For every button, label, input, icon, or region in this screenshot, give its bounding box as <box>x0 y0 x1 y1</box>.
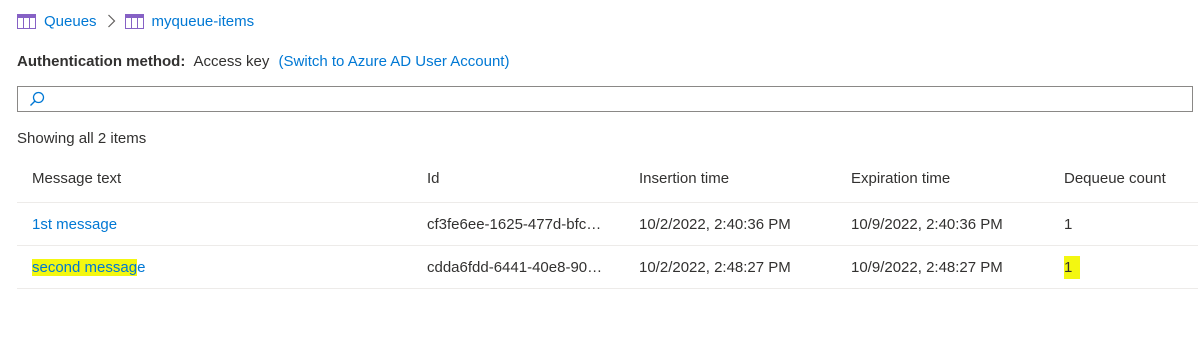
insertion-time-cell: 10/2/2022, 2:40:36 PM <box>639 215 791 233</box>
column-header-message-text[interactable]: Message text <box>32 155 412 202</box>
message-text-rest: e <box>137 258 146 276</box>
table-row[interactable]: second message cdda6fdd-6441-40e8-90… 10… <box>17 246 1198 289</box>
breadcrumb-label: myqueue-items <box>151 12 255 30</box>
id-cell: cf3fe6ee-1625-477d-bfc… <box>427 215 602 233</box>
items-count: Showing all 2 items <box>17 130 147 147</box>
expiration-time-cell: 10/9/2022, 2:40:36 PM <box>851 215 1003 233</box>
message-text-link[interactable]: second message <box>32 258 146 276</box>
authentication-method: Authentication method: Access key (Switc… <box>17 53 509 70</box>
auth-label: Authentication method: <box>17 53 186 70</box>
queue-table-icon <box>17 13 36 29</box>
search-input[interactable] <box>51 88 1192 110</box>
column-header-expiration-time[interactable]: Expiration time <box>851 155 1051 202</box>
search-box[interactable] <box>17 86 1193 112</box>
breadcrumb-item-myqueue-items[interactable]: myqueue-items <box>124 12 255 30</box>
expiration-time-cell: 10/9/2022, 2:48:27 PM <box>851 258 1003 276</box>
switch-auth-link[interactable]: (Switch to Azure AD User Account) <box>279 53 510 70</box>
column-header-id[interactable]: Id <box>427 155 622 202</box>
breadcrumb-item-queues[interactable]: Queues <box>17 13 97 30</box>
search-icon <box>30 91 45 106</box>
queue-table-icon <box>124 13 144 29</box>
breadcrumb-label: Queues <box>44 12 97 30</box>
column-header-dequeue-count[interactable]: Dequeue count <box>1064 155 1194 202</box>
chevron-right-icon <box>107 14 116 28</box>
table-header-row: Message text Id Insertion time Expiratio… <box>17 155 1198 203</box>
breadcrumb: Queues myqueue-items <box>17 10 254 32</box>
highlighted-text: second messag <box>32 258 138 276</box>
dequeue-count-cell: 1 <box>1064 246 1194 288</box>
message-text-cell: 1st message <box>32 203 412 245</box>
id-cell: cdda6fdd-6441-40e8-90… <box>427 258 603 276</box>
highlighted-count: 1 <box>1064 255 1080 279</box>
messages-table: Message text Id Insertion time Expiratio… <box>17 155 1198 289</box>
insertion-time-cell: 10/2/2022, 2:48:27 PM <box>639 258 791 276</box>
message-text-link[interactable]: 1st message <box>32 216 117 233</box>
table-row[interactable]: 1st message cf3fe6ee-1625-477d-bfc… 10/2… <box>17 203 1198 246</box>
column-header-insertion-time[interactable]: Insertion time <box>639 155 839 202</box>
dequeue-count-cell: 1 <box>1064 215 1073 233</box>
auth-value: Access key <box>193 53 270 70</box>
message-text-cell: second message <box>32 246 412 288</box>
dequeue-count-value: 1 <box>1064 258 1073 276</box>
